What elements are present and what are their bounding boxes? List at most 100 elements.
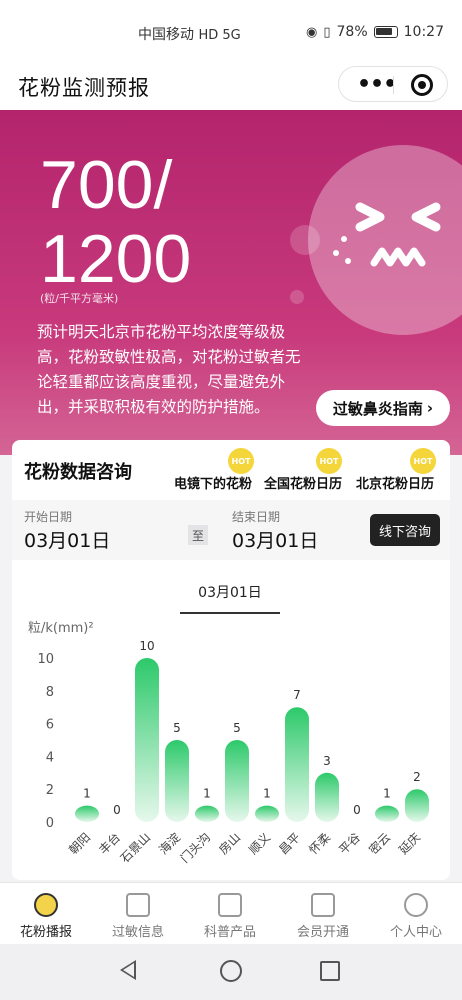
offline-consult-button[interactable]: 线下咨询 bbox=[370, 514, 440, 546]
pollen-value-line1: 700/ bbox=[40, 147, 173, 223]
home-circle-icon[interactable] bbox=[220, 960, 242, 982]
link-electron-microscope-pollen[interactable]: 电镜下的花粉 bbox=[174, 473, 252, 492]
pollen-value: 700/ 1200 bbox=[40, 148, 191, 296]
tab-label: 过敏信息 bbox=[111, 925, 164, 940]
document-icon bbox=[126, 893, 150, 917]
target-icon[interactable] bbox=[411, 74, 433, 96]
tab-label: 花粉播报 bbox=[19, 925, 72, 940]
bottom-tab-bar: 花粉播报 过敏信息 科普产品 会员开通 个人中心 bbox=[0, 882, 462, 944]
pollen-data-card: 花粉数据咨询 HOT 电镜下的花粉 HOT 全国花粉日历 HOT 北京花粉日历 … bbox=[12, 440, 450, 880]
y-tick-label: 6 bbox=[46, 718, 54, 733]
capsule-divider bbox=[393, 76, 394, 94]
x-tick-label: 怀柔 bbox=[306, 830, 333, 857]
data-label: 1 bbox=[83, 787, 91, 801]
date-range-row: 开始日期 03月01日 至 结束日期 03月01日 线下咨询 bbox=[12, 500, 450, 560]
chart-bar bbox=[165, 740, 189, 822]
tab-label: 个人中心 bbox=[389, 925, 442, 940]
y-tick-label: 0 bbox=[46, 816, 54, 831]
tab-allergy-info[interactable]: 过敏信息 bbox=[92, 889, 184, 940]
battery-percent: 78% bbox=[336, 24, 368, 40]
y-tick-label: 2 bbox=[46, 783, 54, 798]
pollen-hero: 700/ 1200 (粒/千平方毫米) 预计明天北京市花粉平均浓度等级极高，花粉… bbox=[0, 110, 462, 455]
link-beijing-pollen-calendar[interactable]: 北京花粉日历 bbox=[356, 473, 434, 492]
carrier-name: 中国移动 bbox=[138, 27, 194, 43]
eye-icon: ◉ bbox=[306, 24, 318, 40]
app-bar: 花粉监测预报 ••• bbox=[0, 62, 462, 110]
data-label: 1 bbox=[203, 787, 211, 801]
pollen-bar-chart: 粒/k(mm)² 0 2 4 6 8 10 1 朝阳 0 丰台 10 石景山 5 海淀 1 门头沟 5 房山 1 顺义 7… bbox=[12, 620, 450, 880]
crown-icon bbox=[311, 893, 335, 917]
y-tick-label: 4 bbox=[46, 750, 54, 765]
y-tick-label: 10 bbox=[37, 652, 54, 667]
x-tick-label: 朝阳 bbox=[66, 830, 93, 857]
tab-personal-center[interactable]: 个人中心 bbox=[370, 889, 462, 940]
decor-bubble bbox=[290, 290, 304, 304]
x-tick-label: 门头沟 bbox=[177, 830, 213, 866]
tab-science-products[interactable]: 科普产品 bbox=[184, 889, 276, 940]
chart-bar bbox=[255, 805, 279, 822]
system-nav-bar bbox=[0, 944, 462, 1000]
start-date-label: 开始日期 bbox=[24, 510, 73, 524]
status-right: ◉ ▯ 78% 10:27 bbox=[306, 24, 444, 40]
tab-label: 会员开通 bbox=[296, 925, 349, 940]
data-label: 7 bbox=[293, 688, 301, 702]
data-label: 10 bbox=[139, 639, 154, 653]
vibrate-icon: ▯ bbox=[323, 24, 331, 40]
x-tick-label: 密云 bbox=[366, 830, 394, 858]
mini-program-capsule: ••• bbox=[338, 66, 448, 102]
data-label: 5 bbox=[233, 721, 241, 735]
chart-bar bbox=[285, 707, 309, 822]
x-tick-label: 海淀 bbox=[156, 830, 184, 858]
x-tick-label: 昌平 bbox=[276, 830, 303, 857]
chart-date-tab[interactable]: 03月01日 bbox=[182, 582, 278, 602]
card-title: 花粉数据咨询 bbox=[24, 462, 132, 483]
book-icon bbox=[218, 893, 242, 917]
data-label: 5 bbox=[173, 721, 181, 735]
chart-bar bbox=[315, 772, 339, 822]
x-tick-label: 房山 bbox=[216, 830, 244, 858]
start-date-picker[interactable]: 03月01日 bbox=[24, 526, 110, 553]
x-tick-label: 石景山 bbox=[118, 830, 153, 865]
network-indicator: HD 5G bbox=[198, 28, 241, 43]
chart-bar bbox=[135, 658, 159, 822]
user-icon bbox=[404, 893, 428, 917]
chevron-right-icon: › bbox=[426, 399, 434, 417]
link-national-pollen-calendar[interactable]: 全国花粉日历 bbox=[264, 473, 342, 492]
end-date-picker[interactable]: 03月01日 bbox=[232, 526, 318, 553]
pollen-value-line2: 1200 bbox=[40, 221, 192, 297]
pollen-unit: (粒/千平方毫米) bbox=[40, 292, 119, 305]
chart-bar bbox=[75, 805, 99, 822]
x-tick-label: 平谷 bbox=[336, 830, 363, 857]
back-triangle-icon[interactable] bbox=[120, 960, 136, 980]
chart-bar bbox=[195, 805, 219, 822]
chart-bar bbox=[405, 789, 429, 822]
x-tick-label: 顺义 bbox=[246, 830, 273, 857]
tab-label: 科普产品 bbox=[203, 925, 256, 940]
y-tick-label: 8 bbox=[46, 685, 54, 700]
page-title: 花粉监测预报 bbox=[18, 76, 150, 100]
end-date-label: 结束日期 bbox=[232, 510, 281, 524]
hot-badge-icon: HOT bbox=[316, 448, 342, 474]
more-dots-icon[interactable]: ••• bbox=[357, 72, 397, 97]
annoyed-face-icon bbox=[308, 145, 462, 335]
hot-badge-icon: HOT bbox=[410, 448, 436, 474]
chart-svg: 粒/k(mm)² 0 2 4 6 8 10 1 朝阳 0 丰台 10 石景山 5 海淀 1 门头沟 5 房山 1 顺义 7… bbox=[28, 621, 429, 866]
tab-membership[interactable]: 会员开通 bbox=[277, 889, 369, 940]
data-label: 0 bbox=[113, 803, 121, 817]
data-label: 1 bbox=[383, 787, 391, 801]
tab-pollen-broadcast[interactable]: 花粉播报 bbox=[0, 889, 92, 940]
status-bar: 中国移动 HD 5G ◉ ▯ 78% 10:27 bbox=[0, 0, 462, 62]
y-axis-label: 粒/k(mm)² bbox=[28, 621, 94, 636]
allergy-guide-button[interactable]: 过敏鼻炎指南 › bbox=[316, 390, 450, 426]
battery-icon bbox=[373, 26, 398, 38]
forecast-description: 预计明天北京市花粉平均浓度等级极高，花粉致敏性极高，对花粉过敏者无论轻重都应该高… bbox=[37, 323, 301, 416]
carrier-info: 中国移动 HD 5G bbox=[138, 24, 241, 44]
chart-bar bbox=[375, 805, 399, 822]
recent-square-icon[interactable] bbox=[320, 961, 340, 981]
allergy-guide-label: 过敏鼻炎指南 bbox=[332, 399, 423, 418]
chart-bar bbox=[225, 740, 249, 822]
data-label: 2 bbox=[413, 770, 421, 784]
data-label: 3 bbox=[323, 754, 331, 768]
data-label: 1 bbox=[263, 787, 271, 801]
x-tick-label: 丰台 bbox=[96, 830, 124, 858]
